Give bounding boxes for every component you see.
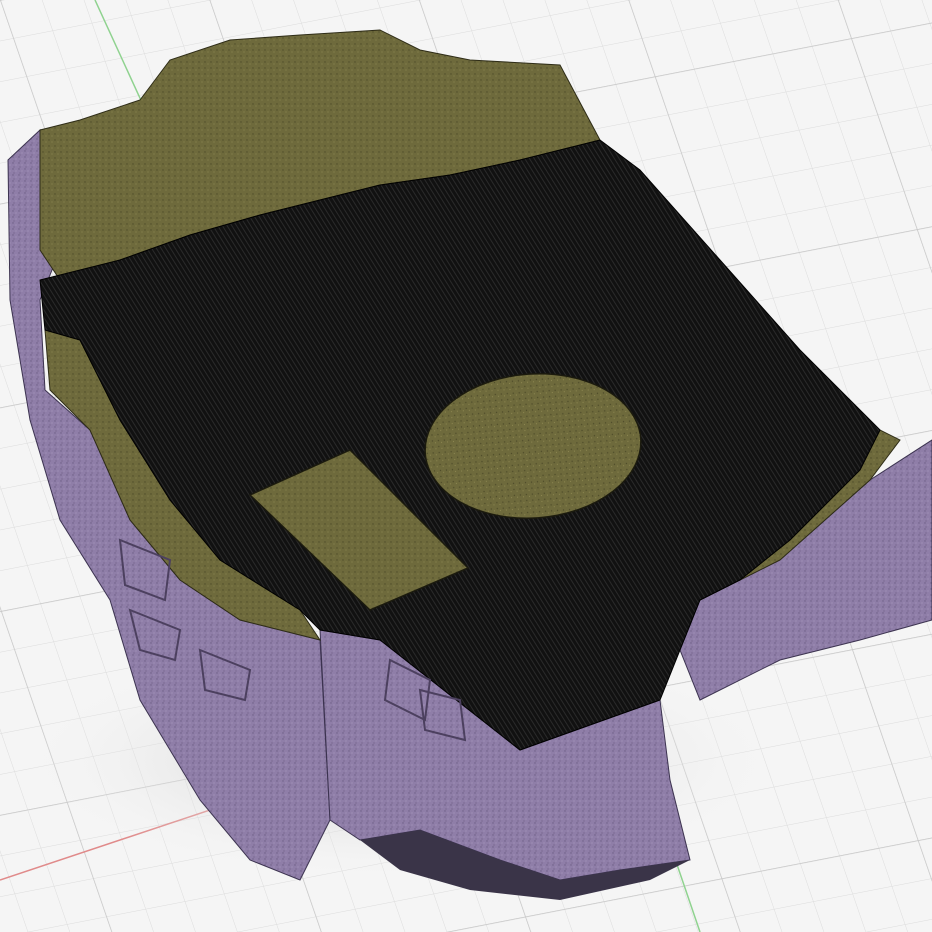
3d-viewport[interactable] bbox=[0, 0, 932, 932]
viewport-canvas[interactable] bbox=[0, 0, 932, 932]
